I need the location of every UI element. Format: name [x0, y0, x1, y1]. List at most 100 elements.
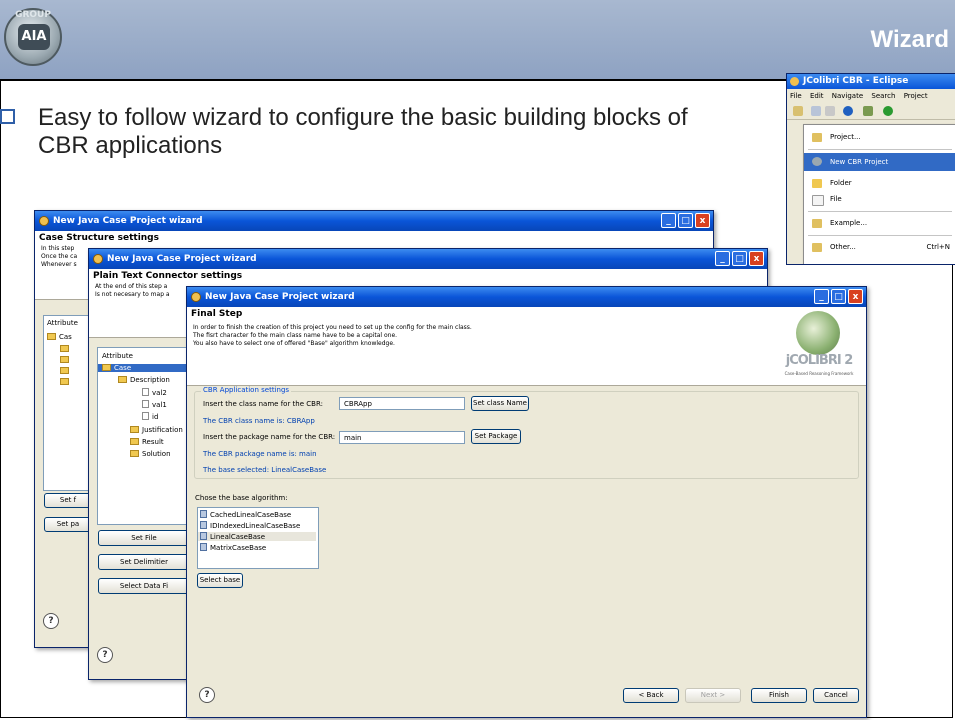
step-desc-line: You also have to select one of offered "…: [193, 340, 395, 347]
set-package-button[interactable]: Set Package: [471, 429, 521, 444]
new-dropdown-menu: Project... New CBR Project Folder File E…: [803, 124, 955, 264]
attribute-header: Attribute: [102, 352, 133, 360]
set-file-button[interactable]: Set f: [44, 493, 92, 508]
close-button[interactable]: x: [695, 213, 710, 228]
tree-item-case[interactable]: Case: [98, 364, 190, 372]
file-icon: [142, 400, 149, 408]
maximize-button[interactable]: □: [732, 251, 747, 266]
print-icon[interactable]: [825, 106, 835, 116]
cbr-project-icon: [812, 157, 822, 166]
set-package-button[interactable]: Set pa: [44, 517, 92, 532]
menu-search[interactable]: Search: [871, 92, 895, 100]
folder-icon: [812, 179, 822, 188]
menu-item-folder[interactable]: Folder: [804, 175, 955, 191]
select-base-button[interactable]: Select base: [197, 573, 243, 588]
next-button[interactable]: Next >: [685, 688, 741, 703]
new-icon[interactable]: [793, 106, 803, 116]
tree-item-justification[interactable]: Justification: [130, 426, 183, 434]
minimize-button[interactable]: _: [814, 289, 829, 304]
list-item[interactable]: MatrixCaseBase: [200, 543, 266, 552]
file-icon: [142, 412, 149, 420]
menu-separator: [808, 235, 952, 236]
maximize-button[interactable]: □: [678, 213, 693, 228]
bullet-text: Easy to follow wizard to configure the b…: [38, 104, 688, 159]
package-name-input[interactable]: main: [339, 431, 465, 444]
eclipse-menubar: File Edit Navigate Search Project: [787, 89, 955, 103]
attribute-tree[interactable]: Attribute Case Description val2 val1 id …: [97, 347, 191, 525]
menu-item-project[interactable]: Project...: [804, 129, 955, 145]
cbr-settings-group: CBR Application settings Insert the clas…: [194, 386, 859, 479]
brand-subtitle: Case-Based Reasoning Framework: [784, 371, 854, 376]
file-icon: [812, 195, 824, 206]
menu-item-other[interactable]: Other... Ctrl+N: [804, 239, 955, 255]
help-icon[interactable]: ?: [199, 687, 215, 703]
folder-icon: [130, 438, 139, 445]
list-item[interactable]: CachedLinealCaseBase: [200, 510, 291, 519]
menu-item-new-cbr-project[interactable]: New CBR Project: [804, 153, 955, 171]
tree-folder[interactable]: [60, 378, 72, 386]
list-item-selected[interactable]: LinealCaseBase: [198, 532, 316, 541]
step-desc-line: The fisrt character fo the main class na…: [193, 332, 398, 339]
back-button[interactable]: < Back: [623, 688, 679, 703]
window-titlebar: New Java Case Project wizard _ □ x: [35, 211, 713, 231]
tree-item-val1[interactable]: val1: [142, 400, 167, 409]
attribute-header: Attribute: [47, 319, 78, 327]
select-data-file-button[interactable]: Select Data Fi: [98, 578, 190, 594]
step-desc-line: In order to finish the creation of this …: [193, 324, 472, 331]
tree-item-val2[interactable]: val2: [142, 388, 167, 397]
save-icon[interactable]: [811, 106, 821, 116]
tree-folder[interactable]: [60, 345, 72, 353]
step-heading: Plain Text Connector settings: [93, 271, 243, 281]
tree-folder[interactable]: [60, 367, 72, 375]
menu-navigate[interactable]: Navigate: [832, 92, 863, 100]
algorithm-icon: [200, 510, 207, 518]
run-icon[interactable]: [843, 106, 853, 116]
list-item[interactable]: IDIndexedLinealCaseBase: [200, 521, 300, 530]
other-icon: [812, 243, 822, 252]
finish-button[interactable]: Finish: [751, 688, 807, 703]
tree-item-solution[interactable]: Solution: [130, 450, 171, 458]
hummingbird-globe-icon: [796, 311, 840, 355]
class-name-input[interactable]: CBRApp: [339, 397, 465, 410]
minimize-button[interactable]: _: [715, 251, 730, 266]
menu-item-example[interactable]: Example...: [804, 215, 955, 231]
step-heading: Final Step: [191, 309, 243, 319]
class-name-info: The CBR class name is: CBRApp: [203, 417, 315, 425]
project-icon: [812, 133, 822, 142]
base-algorithm-list[interactable]: CachedLinealCaseBase IDIndexedLinealCase…: [197, 507, 319, 569]
cancel-button[interactable]: Cancel: [813, 688, 859, 703]
menu-edit[interactable]: Edit: [810, 92, 824, 100]
folder-icon: [130, 426, 139, 433]
brand-text: jCOLIBRI 2: [785, 353, 854, 368]
algorithm-icon: [200, 521, 207, 529]
menu-project[interactable]: Project: [904, 92, 928, 100]
set-class-name-button[interactable]: Set class Name: [471, 396, 529, 411]
debug-icon[interactable]: [863, 106, 873, 116]
help-icon[interactable]: ?: [97, 647, 113, 663]
play-icon[interactable]: [883, 106, 893, 116]
eclipse-icon: [39, 216, 49, 226]
help-icon[interactable]: ?: [43, 613, 59, 629]
folder-icon: [60, 345, 69, 352]
close-button[interactable]: x: [749, 251, 764, 266]
tree-item-description[interactable]: Description: [118, 376, 170, 384]
folder-icon: [60, 367, 69, 374]
chose-base-label: Chose the base algorithm:: [195, 494, 288, 502]
algorithm-icon: [200, 543, 207, 551]
tree-item-result[interactable]: Result: [130, 438, 164, 446]
tree-item-id[interactable]: id: [142, 412, 158, 421]
maximize-button[interactable]: □: [831, 289, 846, 304]
eclipse-icon: [93, 254, 103, 264]
tree-item-case[interactable]: Cas: [47, 333, 72, 341]
menu-item-file[interactable]: File: [804, 191, 955, 207]
set-delimiter-button[interactable]: Set Delimitier: [98, 554, 190, 570]
window-title: New Java Case Project wizard: [205, 292, 355, 302]
set-file-button[interactable]: Set File: [98, 530, 190, 546]
tree-folder[interactable]: [60, 356, 72, 364]
group-label: CBR Application settings: [201, 386, 292, 394]
minimize-button[interactable]: _: [661, 213, 676, 228]
menu-file[interactable]: File: [790, 92, 802, 100]
close-button[interactable]: x: [848, 289, 863, 304]
slide-title: Wizard: [870, 26, 949, 53]
checkbox-bullet-icon: [0, 109, 15, 124]
